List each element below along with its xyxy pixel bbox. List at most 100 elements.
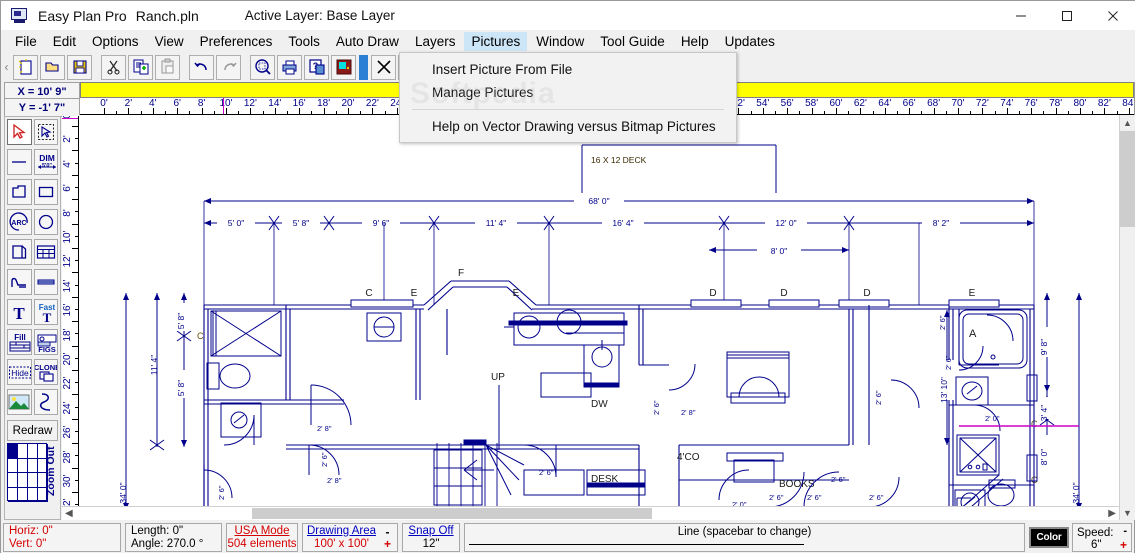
redo-icon[interactable] (216, 54, 241, 80)
menu-tool-guide[interactable]: Tool Guide (593, 32, 672, 51)
close-button[interactable] (1090, 1, 1135, 30)
paste-icon[interactable] (155, 54, 180, 80)
zoom-grid-cell[interactable] (28, 487, 38, 502)
ruler-label: 12' (243, 98, 257, 109)
menu-file[interactable]: File (8, 32, 44, 51)
zoom-grid-cell[interactable] (18, 458, 28, 473)
door-icon[interactable] (331, 54, 356, 80)
drawing-canvas[interactable]: 16 X 12 DECK 68' 0" 5' 0" 5' 8" 9' 6" 11… (79, 115, 1119, 520)
speed-increase-button[interactable]: + (1120, 538, 1127, 552)
rectangle-tool[interactable] (33, 179, 58, 205)
clone-tool[interactable]: CLONE (33, 359, 58, 385)
snap-panel[interactable]: Snap Off 12" (402, 523, 460, 552)
toolbar-scroll-left-icon[interactable]: ‹ (1, 60, 12, 74)
zoom-out-control[interactable]: Zoom Out (7, 443, 57, 502)
line-sample-preview (469, 544, 805, 545)
menu-window[interactable]: Window (529, 32, 591, 51)
fast-text-tool[interactable]: Fast T (33, 299, 58, 325)
zoom-grid-cell[interactable] (8, 473, 18, 488)
drawing-area-decrease-button[interactable]: - (382, 526, 393, 538)
circle-tool[interactable] (33, 209, 58, 235)
menu-layers[interactable]: Layers (408, 32, 463, 51)
window-tool[interactable] (33, 239, 58, 265)
freehand-curve-tool[interactable] (33, 389, 58, 415)
save-disk-icon[interactable] (67, 54, 92, 80)
vertical-ruler[interactable]: 0'2'4'6'8'10'12'14'16'18'20'22'24'26'28'… (62, 116, 79, 520)
zoom-grid-cell[interactable] (28, 473, 38, 488)
menu-item-manage-pictures[interactable]: Manage Pictures (400, 81, 736, 104)
wall-tool[interactable] (7, 239, 32, 265)
ruler-tick-minor (75, 187, 78, 188)
svg-text:2' 6": 2' 6" (652, 400, 661, 415)
menu-auto-draw[interactable]: Auto Draw (329, 32, 406, 51)
drawing-area-increase-button[interactable]: + (382, 538, 393, 550)
minimize-button[interactable] (998, 1, 1044, 30)
figures-tool[interactable]: FIGS (33, 329, 58, 355)
zoom-grid-cell[interactable] (28, 444, 38, 459)
zoom-grid-cell[interactable] (18, 487, 28, 502)
horizontal-scrollbar[interactable]: ◀ ▶ (62, 506, 1119, 520)
menu-view[interactable]: View (148, 32, 191, 51)
menu-item-help-vector-vs-bitmap[interactable]: Help on Vector Drawing versus Bitmap Pic… (400, 115, 736, 138)
ruler-tick-minor (75, 260, 78, 262)
usa-mode-panel[interactable]: USA Mode 504 elements (226, 523, 298, 552)
help-window-icon[interactable]: ? (304, 54, 329, 80)
menu-preferences[interactable]: Preferences (193, 32, 280, 51)
ruler-tick (72, 296, 78, 298)
menu-updates[interactable]: Updates (718, 32, 782, 51)
speed-decrease-button[interactable]: - (1123, 525, 1127, 537)
scroll-right-arrow-icon[interactable]: ▶ (1108, 508, 1119, 519)
menu-tools[interactable]: Tools (281, 32, 327, 51)
print-icon[interactable] (277, 54, 302, 80)
redraw-button[interactable]: Redraw (7, 420, 58, 441)
text-tool[interactable]: T (7, 299, 32, 325)
menu-item-insert-picture-from-file[interactable]: Insert Picture From File (400, 58, 736, 81)
menu-pictures[interactable]: Pictures (464, 31, 528, 51)
select-arrow-tool[interactable] (7, 119, 32, 145)
copy-icon[interactable] (128, 54, 153, 80)
zoom-grid-cell[interactable] (8, 458, 18, 473)
delete-x-icon[interactable] (371, 54, 396, 80)
polygon-tool[interactable] (7, 179, 32, 205)
scroll-down-arrow-icon[interactable]: ▼ (1120, 505, 1135, 520)
undo-icon[interactable] (189, 54, 214, 80)
marquee-select-tool[interactable] (33, 119, 58, 145)
scroll-up-arrow-icon[interactable]: ▲ (1120, 115, 1135, 130)
vertical-scrollbar[interactable]: ▲ ▼ (1119, 115, 1135, 520)
drawing-area-panel[interactable]: Drawing Area 100' x 100' - + (302, 523, 398, 552)
fill-pattern-tool[interactable]: Fill (7, 329, 32, 355)
zoom-grid-cell[interactable] (18, 444, 28, 459)
line-mode-panel[interactable]: Line (spacebar to change) (464, 523, 1025, 552)
horizontal-cursor-marker (223, 98, 224, 114)
beam-tool[interactable] (33, 269, 58, 295)
stairs-tool[interactable] (7, 269, 32, 295)
scroll-left-arrow-icon[interactable]: ◀ (62, 508, 73, 519)
ruler-label: 20' (341, 98, 355, 109)
ruler-tick-minor (1092, 111, 1094, 114)
cut-scissors-icon[interactable] (101, 54, 126, 80)
line-tool[interactable] (7, 149, 32, 175)
menu-edit[interactable]: Edit (46, 32, 83, 51)
vertical-scroll-thumb[interactable] (1120, 131, 1135, 227)
maximize-button[interactable] (1044, 1, 1090, 30)
speed-panel[interactable]: Speed: 6" - + (1072, 523, 1132, 552)
color-button[interactable]: Color (1029, 527, 1069, 548)
ruler-tick-minor (384, 111, 386, 114)
zoom-grid-cell[interactable] (8, 444, 18, 459)
ruler-label: 60' (829, 98, 843, 109)
new-document-icon[interactable] (13, 54, 38, 80)
zoom-grid-cell[interactable] (18, 473, 28, 488)
floor-plan-drawing: 16 X 12 DECK 68' 0" 5' 0" 5' 8" 9' 6" 11… (118, 144, 1082, 520)
horizontal-scroll-thumb[interactable] (252, 508, 652, 519)
arc-tool[interactable]: ARC (7, 209, 32, 235)
zoom-grid-cell[interactable] (8, 487, 18, 502)
zoom-grid-cell[interactable] (28, 458, 38, 473)
open-folder-icon[interactable] (40, 54, 65, 80)
picture-tool[interactable] (7, 389, 32, 415)
dimension-tool[interactable]: DIM 5'0" (33, 149, 58, 175)
menu-options[interactable]: Options (85, 32, 146, 51)
zoom-select-icon[interactable] (250, 54, 275, 80)
hide-tool[interactable]: Hide (7, 359, 32, 385)
menu-help[interactable]: Help (674, 32, 716, 51)
ruler-tick-minor (75, 211, 78, 213)
